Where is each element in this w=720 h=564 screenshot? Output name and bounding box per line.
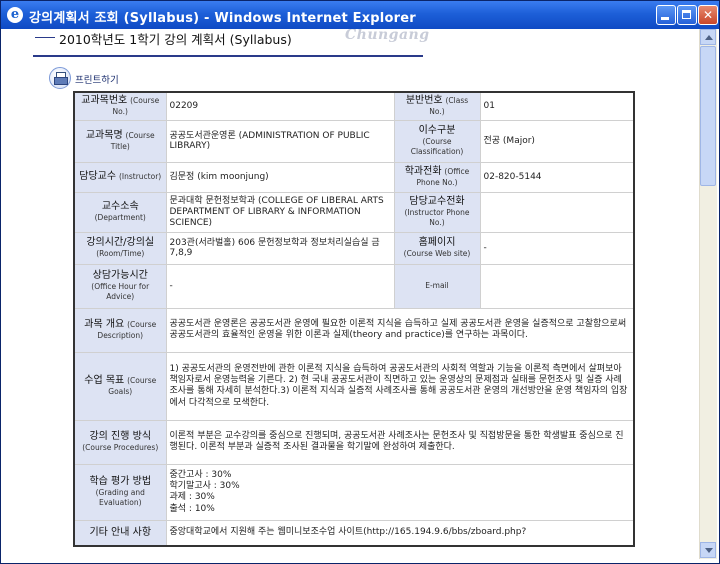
table-row: 수업 목표 (Course Goals) 1) 공공도서관의 운영전반에 관한 … (73, 351, 635, 421)
table-row: 교수소속 (Department) 문과대학 문헌정보학과 (COLLEGE OF… (73, 191, 635, 233)
browser-window: e 강의계획서 조회 (Syllabus) - Windows Internet… (0, 0, 720, 564)
arrow-up-icon (705, 35, 713, 40)
arrow-down-icon (705, 548, 713, 553)
close-icon: ✕ (702, 8, 714, 22)
window-title: 강의계획서 조회 (Syllabus) - Windows Internet E… (29, 11, 416, 26)
table-row: 기타 안내 사항 중앙대학교에서 지원해 주는 웹미니보조수업 사이트(http… (73, 519, 635, 547)
scroll-up-button[interactable] (700, 29, 716, 45)
print-label: 프린트하기 (75, 75, 119, 86)
label-grading: 학습 평가 방법 (Grading and Evaluation) (73, 463, 167, 521)
label-instructor-phone: 담당교수전화 (Instructor Phone No.) (393, 191, 481, 233)
minimize-icon (661, 17, 669, 20)
value-grading: 중간고사 : 30% 학기말고사 : 30% 과제 : 30% 출석 : 10% (165, 463, 635, 521)
label-course-title: 교과목명 (Course Title) (73, 119, 167, 163)
value-email[interactable] (479, 263, 635, 309)
maximize-button[interactable] (677, 5, 697, 25)
label-email: E-mail (393, 263, 481, 309)
label-course-website: 홈페이지 (Course Web site) (393, 231, 481, 265)
value-course-classification: 전공 (Major) (479, 119, 635, 163)
value-course-description: 공공도서관 운영론은 공공도서관 운영에 필요한 이론적 지식을 습득하고 실제… (165, 307, 635, 353)
table-row: 담당교수 (Instructor) 김문정 (kim moonjung) 학과전… (73, 161, 635, 193)
label-other-info: 기타 안내 사항 (73, 519, 167, 547)
title-bar[interactable]: e 강의계획서 조회 (Syllabus) - Windows Internet… (1, 1, 719, 29)
page-title: 2010학년도 1학기 강의 계획서 (Syllabus) (59, 32, 292, 47)
label-room-time: 강의시간/강의실 (Room/Time) (73, 231, 167, 265)
value-room-time: 203관(서라벌홀) 606 문헌정보학과 정보처리실습실 금7,8,9 (165, 231, 395, 265)
value-other-info: 중앙대학교에서 지원해 주는 웹미니보조수업 사이트(http://165.19… (165, 519, 635, 547)
value-office-hour: - (165, 263, 395, 309)
ie-logo-icon: e (7, 7, 23, 23)
minimize-button[interactable] (656, 5, 676, 25)
scroll-thumb[interactable] (700, 46, 716, 186)
value-course-procedures: 이론적 부분은 교수강의를 중심으로 진행되며, 공공도서관 사례조사는 문헌조… (165, 419, 635, 465)
value-instructor: 김문정 (kim moonjung) (165, 161, 395, 193)
label-course-classification: 이수구분 (Course Classification) (393, 119, 481, 163)
label-course-procedures: 강의 진행 방식 (Course Procedures) (73, 419, 167, 465)
vertical-scrollbar[interactable] (699, 29, 717, 559)
header-dash (35, 37, 55, 38)
close-button[interactable]: ✕ (698, 5, 718, 25)
label-department: 교수소속 (Department) (73, 191, 167, 233)
value-course-title: 공공도서관운영론 (ADMINISTRATION OF PUBLIC LIBRA… (165, 119, 395, 163)
printer-icon (49, 67, 71, 89)
maximize-icon (682, 10, 691, 19)
label-course-goals: 수업 목표 (Course Goals) (73, 351, 167, 421)
label-office-hour: 상담가능시간 (Office Hour for Advice) (73, 263, 167, 309)
label-instructor: 담당교수 (Instructor) (73, 161, 167, 193)
value-department: 문과대학 문헌정보학과 (COLLEGE OF LIBERAL ARTS DEP… (165, 191, 395, 233)
table-row: 학습 평가 방법 (Grading and Evaluation) 중간고사 : … (73, 463, 635, 521)
label-course-no: 교과목번호 (Course No.) (73, 91, 167, 121)
syllabus-table: 교과목번호 (Course No.) 02209 분반번호 (Class No.… (73, 91, 635, 548)
header-underline (33, 55, 423, 57)
value-office-phone: 02-820-5144 (479, 161, 635, 193)
value-course-goals: 1) 공공도서관의 운영전반에 관한 이론적 지식을 습득하여 공공도서관의 사… (165, 351, 635, 421)
table-row: 강의 진행 방식 (Course Procedures) 이론적 부분은 교수강의… (73, 419, 635, 465)
value-course-no: 02209 (165, 91, 395, 121)
chungang-logo: Chungang (345, 29, 430, 43)
value-instructor-phone (479, 191, 635, 233)
table-row: 교과목명 (Course Title) 공공도서관운영론 (ADMINISTRA… (73, 119, 635, 163)
label-office-phone: 학과전화 (Office Phone No.) (393, 161, 481, 193)
table-row: 상담가능시간 (Office Hour for Advice) - E-mail (73, 263, 635, 309)
scroll-down-button[interactable] (700, 542, 716, 558)
value-course-website[interactable]: - (479, 231, 635, 265)
page-content: 2010학년도 1학기 강의 계획서 (Syllabus) Chungang 프… (5, 29, 699, 559)
table-row: 과목 개요 (Course Description) 공공도서관 운영론은 공공… (73, 307, 635, 353)
table-row: 교과목번호 (Course No.) 02209 분반번호 (Class No.… (73, 91, 635, 121)
table-row: 강의시간/강의실 (Room/Time) 203관(서라벌홀) 606 문헌정보학… (73, 231, 635, 265)
label-course-description: 과목 개요 (Course Description) (73, 307, 167, 353)
label-class-no: 분반번호 (Class No.) (393, 91, 481, 121)
value-class-no: 01 (479, 91, 635, 121)
